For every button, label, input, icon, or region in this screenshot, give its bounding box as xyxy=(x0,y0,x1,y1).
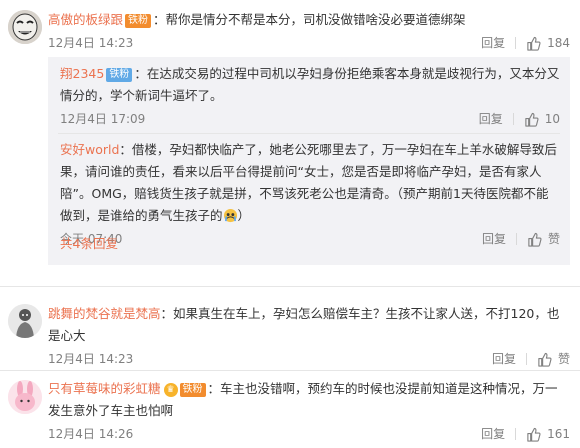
username-link[interactable]: 安好world xyxy=(60,142,119,157)
fan-badge[interactable]: 铁粉 xyxy=(106,68,133,82)
action-divider xyxy=(515,37,517,49)
pink-rabbit-icon xyxy=(8,380,42,414)
reply-content: ：在达成交易的过程中司机以孕妇身份拒绝乘客本身就是歧视行为，又本分又情分的，学个… xyxy=(60,66,560,103)
reply-content-end: ） xyxy=(237,208,251,223)
comment-divider xyxy=(0,370,580,371)
action-divider xyxy=(525,353,527,365)
comment-time: 12月4日 14:26 xyxy=(48,427,134,441)
like-count: 赞 xyxy=(547,232,560,246)
comment-item: 跳舞的梵谷就是梵高：如果真生在车上，孕妇怎么赔偿车主？生孩不让家人送，不打120… xyxy=(0,294,580,368)
action-divider xyxy=(512,113,514,125)
reply-button[interactable]: 回复 xyxy=(482,229,516,249)
avatar[interactable] xyxy=(8,304,42,338)
fan-badge[interactable]: 铁粉 xyxy=(179,383,206,397)
comment-text: 高傲的板绿跟 铁粉 ：帮你是情分不帮是本分，司机没做错啥没必要道德绑架 xyxy=(48,9,570,31)
reply-box: 翔2345 铁粉 ：在达成交易的过程中司机以孕妇身份拒绝乘客本身就是歧视行为，又本分… xyxy=(48,57,570,265)
like-count: 161 xyxy=(547,427,570,441)
cartoon-figure-icon xyxy=(8,304,42,338)
reply-content: ：借楼，孕妇都快临产了，她老公死哪里去了，万一孕妇在车上羊水破解导致后果，请问谁… xyxy=(60,142,557,223)
reply-time: 12月4日 17:09 xyxy=(60,112,146,126)
reply-button[interactable]: 回复 xyxy=(479,109,513,129)
reply-button[interactable]: 回复 xyxy=(492,349,526,369)
thumbs-up-icon[interactable] xyxy=(537,352,552,367)
reply-button[interactable]: 回复 xyxy=(481,424,515,444)
comment-text: 跳舞的梵谷就是梵高：如果真生在车上，孕妇怎么赔偿车主？生孩不让家人送，不打120… xyxy=(48,303,570,347)
thumbs-up-icon[interactable] xyxy=(526,427,541,442)
reply-text: 安好world：借楼，孕妇都快临产了，她老公死哪里去了，万一孕妇在车上羊水破解导… xyxy=(60,139,560,227)
username-link[interactable]: 只有草莓味的彩虹糖 xyxy=(48,381,161,396)
comment-item: 只有草莓味的彩虹糖 ♛ 铁粉 ：车主也没错啊，预约车的时候也没提前知道是这种情况，万一… xyxy=(0,372,580,448)
thumbs-up-icon[interactable] xyxy=(526,36,541,51)
comment-item: 高傲的板绿跟 铁粉 ：帮你是情分不帮是本分，司机没做错啥没必要道德绑架 12月4日 … xyxy=(0,0,580,272)
thumbs-up-icon[interactable] xyxy=(524,112,539,127)
fan-badge[interactable]: 铁粉 xyxy=(125,14,152,28)
reply-item: 翔2345 铁粉 ：在达成交易的过程中司机以孕妇身份拒绝乘客本身就是歧视行为，又本分… xyxy=(60,63,560,129)
comment-time: 12月4日 14:23 xyxy=(48,36,134,50)
crying-emoji-icon xyxy=(223,208,237,223)
username-link[interactable]: 高傲的板绿跟 xyxy=(48,12,123,27)
username-link[interactable]: 翔2345 xyxy=(60,66,104,81)
divider xyxy=(58,133,560,134)
thumbs-up-icon[interactable] xyxy=(527,232,542,247)
comment-time: 12月4日 14:23 xyxy=(48,352,134,366)
comment-divider xyxy=(0,286,580,287)
vip-crown-icon[interactable]: ♛ xyxy=(163,383,178,397)
like-count: 10 xyxy=(544,112,560,126)
username-link[interactable]: 跳舞的梵谷就是梵高 xyxy=(48,306,161,321)
reply-item: 安好world：借楼，孕妇都快临产了，她老公死哪里去了，万一孕妇在车上羊水破解导… xyxy=(60,139,560,249)
action-divider xyxy=(515,233,517,245)
avatar[interactable] xyxy=(8,10,42,44)
more-replies-link[interactable]: 共4条回复 xyxy=(60,233,118,252)
like-count: 184 xyxy=(547,36,570,50)
like-count: 赞 xyxy=(557,352,570,366)
meme-face-icon xyxy=(8,10,42,44)
reply-button[interactable]: 回复 xyxy=(481,33,515,53)
avatar[interactable] xyxy=(8,380,42,414)
comment-content: ：帮你是情分不帮是本分，司机没做错啥没必要道德绑架 xyxy=(153,12,466,27)
reply-text: 翔2345 铁粉 ：在达成交易的过程中司机以孕妇身份拒绝乘客本身就是歧视行为，又本分… xyxy=(60,63,560,107)
comment-text: 只有草莓味的彩虹糖 ♛ 铁粉 ：车主也没错啊，预约车的时候也没提前知道是这种情况，万一… xyxy=(48,378,570,422)
action-divider xyxy=(515,428,517,440)
